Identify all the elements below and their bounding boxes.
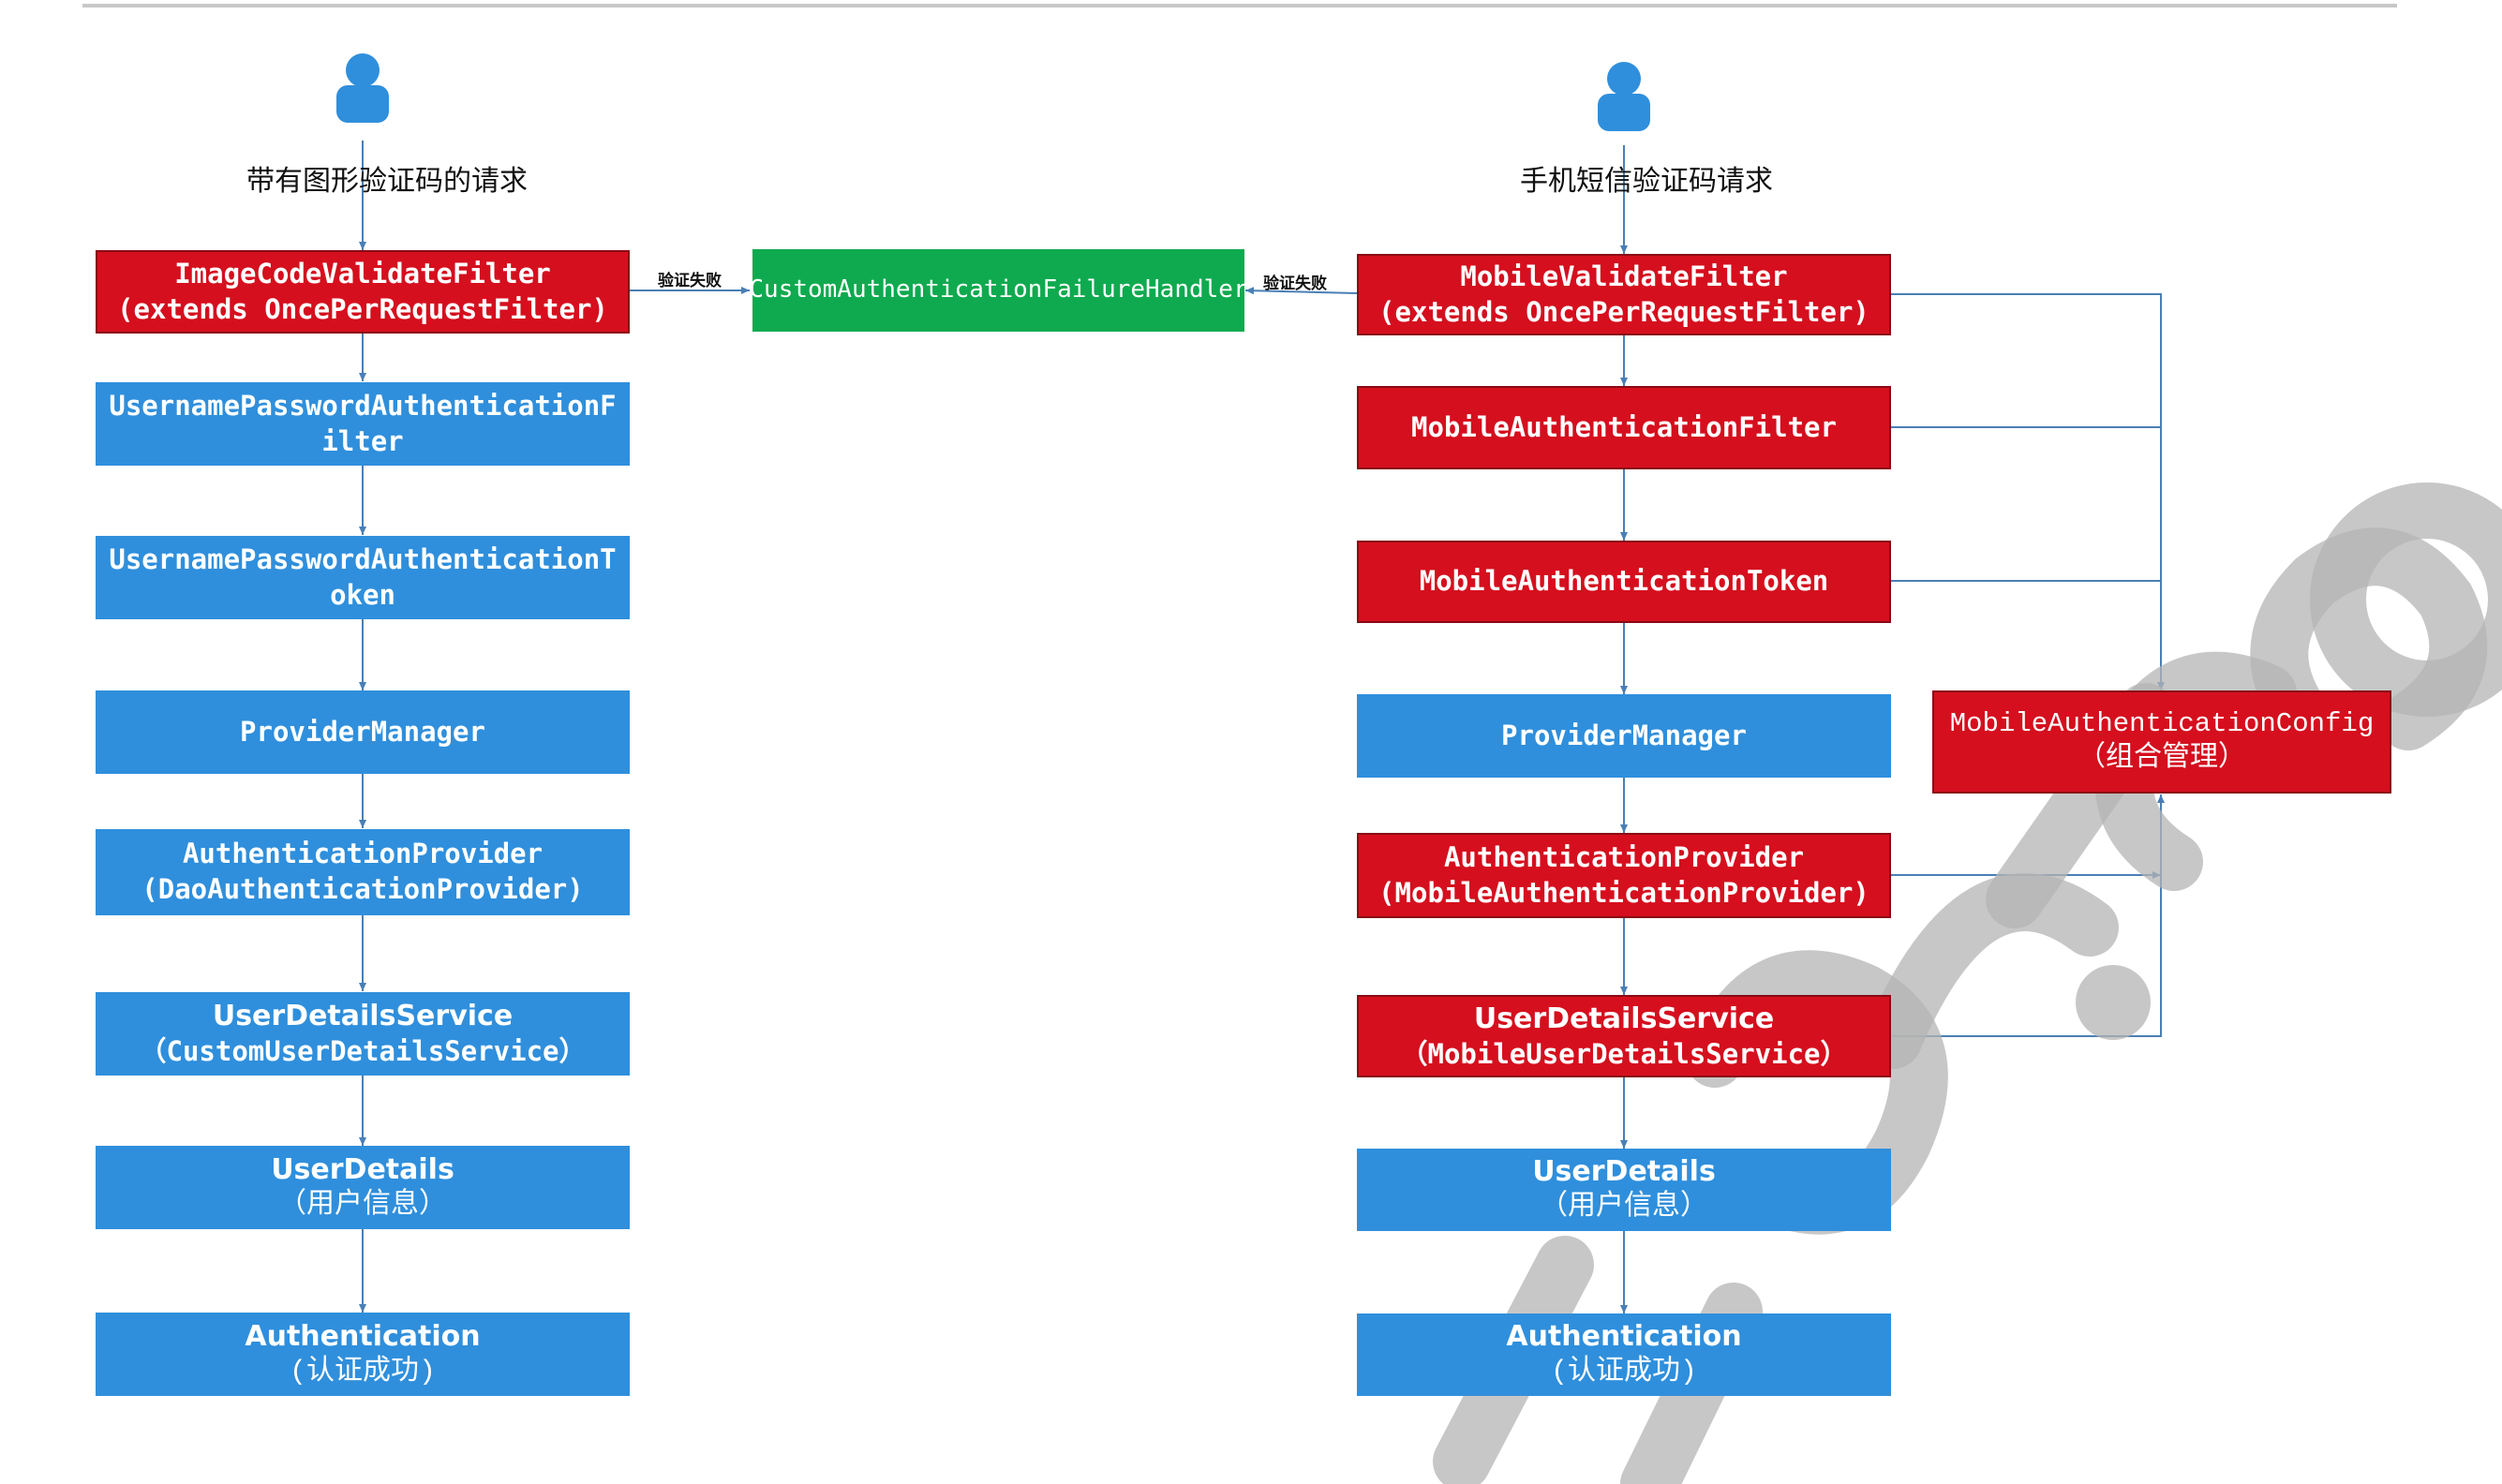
box-line1: UsernamePasswordAuthenticationT	[109, 542, 617, 575]
box-line2: (认证成功)	[1550, 1357, 1697, 1388]
username-password-authentication-token: UsernamePasswordAuthenticationT oken	[96, 536, 630, 619]
left-user-details: UserDetails （用户信息）	[96, 1146, 630, 1229]
watermark-dot	[2076, 965, 2151, 1040]
box-line2: (MobileAuthenticationProvider)	[1378, 876, 1869, 909]
box-line2: (认证成功)	[289, 1356, 436, 1388]
box-line1: Authentication	[1506, 1320, 1742, 1353]
username-password-authentication-filter: UsernamePasswordAuthenticationF ilter	[96, 382, 630, 466]
box-line2: oken	[330, 578, 395, 611]
config-link-top	[1890, 293, 2165, 690]
left-authentication-provider: AuthenticationProvider (DaoAuthenticatio…	[96, 829, 630, 915]
left-authentication: Authentication (认证成功)	[96, 1313, 630, 1396]
box-line2: （MobileUserDetailsService）	[1400, 1037, 1848, 1070]
mobile-authentication-filter: MobileAuthenticationFilter	[1357, 386, 1891, 469]
box-line1: AuthenticationProvider	[182, 838, 544, 870]
box-line1: Authentication	[245, 1319, 481, 1353]
box-line1: ProviderManager	[240, 715, 485, 748]
right-request-title: 手机短信验证码请求	[1520, 165, 1773, 198]
failure-handler-box: CustomAuthenticationFailureHandler	[752, 249, 1244, 332]
box-line1: ProviderManager	[1501, 719, 1747, 751]
right-user-details-service: UserDetailsService （MobileUserDetailsSer…	[1357, 995, 1891, 1077]
left-provider-manager: ProviderManager	[96, 690, 630, 774]
box-line1: MobileAuthenticationFilter	[1411, 410, 1837, 443]
box-line1: MobileAuthenticationToken	[1419, 565, 1829, 598]
fail-label-left: 验证失败	[658, 272, 722, 290]
box-line1: UserDetails	[1532, 1155, 1716, 1188]
box-line2: （用户信息）	[278, 1189, 447, 1222]
box-line2: (extends OncePerRequestFilter)	[117, 292, 608, 325]
left-request-title: 带有图形验证码的请求	[246, 165, 528, 198]
mobile-authentication-token: MobileAuthenticationToken	[1357, 541, 1891, 623]
failure-handler-label: CustomAuthenticationFailureHandler	[752, 275, 1244, 304]
box-line1: UserDetailsService	[1473, 1002, 1775, 1035]
person-icon	[334, 52, 392, 125]
person-icon	[1595, 60, 1653, 133]
box-line1: UserDetailsService	[212, 1000, 514, 1033]
box-line1: AuthenticationProvider	[1443, 840, 1805, 873]
box-line1: MobileValidateFilter	[1460, 260, 1788, 292]
fail-label-right: 验证失败	[1263, 275, 1327, 293]
box-line1: UsernamePasswordAuthenticationF	[109, 389, 617, 422]
box-line2: (DaoAuthenticationProvider)	[141, 873, 584, 905]
box-line1: ImageCodeValidateFilter	[174, 257, 551, 289]
watermark-stroke	[1864, 873, 2119, 1069]
left-user-details-service: UserDetailsService （CustomUserDetailsSer…	[96, 992, 630, 1076]
right-provider-manager: ProviderManager	[1357, 694, 1891, 778]
box-line2: ilter	[321, 424, 404, 457]
right-authentication: Authentication (认证成功)	[1357, 1313, 1891, 1396]
right-authentication-provider: AuthenticationProvider (MobileAuthentica…	[1357, 833, 1891, 918]
box-line1: MobileAuthenticationConfig	[1949, 707, 2375, 739]
image-code-validate-filter: ImageCodeValidateFilter (extends OncePer…	[96, 250, 630, 334]
box-line2: (extends OncePerRequestFilter)	[1378, 295, 1869, 328]
box-line2: （CustomUserDetailsService）	[139, 1035, 587, 1068]
mobile-authentication-config: MobileAuthenticationConfig （组合管理）	[1932, 690, 2391, 794]
box-line2: （用户信息）	[1540, 1192, 1708, 1224]
mobile-validate-filter: MobileValidateFilter (extends OncePerReq…	[1357, 254, 1891, 335]
box-line1: UserDetails	[271, 1152, 454, 1186]
right-user-details: UserDetails （用户信息）	[1357, 1149, 1891, 1231]
box-line2: （组合管理）	[2078, 743, 2246, 776]
